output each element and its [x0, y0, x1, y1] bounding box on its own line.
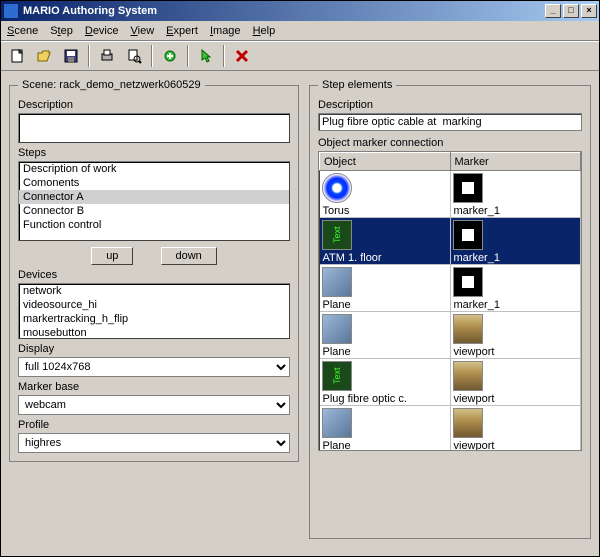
- col-object[interactable]: Object: [320, 153, 451, 171]
- marker-name: marker_1: [451, 252, 581, 264]
- new-icon[interactable]: [5, 44, 29, 68]
- step-desc-label: Description: [318, 99, 582, 111]
- preview-icon[interactable]: [122, 44, 146, 68]
- list-item[interactable]: Connector A: [19, 190, 289, 204]
- markerbase-label: Marker base: [18, 381, 290, 393]
- marker-icon: [453, 267, 483, 297]
- menu-step[interactable]: Step: [50, 25, 73, 37]
- object-name: Plug fibre optic c.: [320, 393, 450, 405]
- torus-icon: [322, 173, 352, 203]
- devices-list[interactable]: network videosource_hi markertracking_h_…: [18, 283, 290, 339]
- object-name: Torus: [320, 205, 450, 217]
- table-row[interactable]: Text Plug fibre optic c.viewport: [320, 359, 581, 406]
- menu-image[interactable]: Image: [210, 25, 241, 37]
- scene-desc-label: Description: [18, 99, 290, 111]
- text-icon: Text: [322, 220, 352, 250]
- titlebar: MARIO Authoring System _ □ ×: [1, 1, 599, 21]
- object-name: Plane: [320, 299, 450, 311]
- list-item[interactable]: Function control: [19, 218, 289, 232]
- profile-label: Profile: [18, 419, 290, 431]
- down-button[interactable]: down: [161, 247, 217, 265]
- plane-icon: [322, 408, 352, 438]
- open-icon[interactable]: [32, 44, 56, 68]
- marker-icon: [453, 220, 483, 250]
- app-icon: [3, 3, 19, 19]
- menubar: Scene Step Device View Expert Image Help: [1, 21, 599, 41]
- plane-icon: [322, 314, 352, 344]
- steps-label: Steps: [18, 147, 290, 159]
- profile-select[interactable]: highres: [18, 433, 290, 453]
- pointer-icon[interactable]: [194, 44, 218, 68]
- up-button[interactable]: up: [91, 247, 133, 265]
- toolbar-separator: [151, 45, 153, 67]
- list-item[interactable]: mousebutton: [19, 326, 289, 339]
- toolbar-separator: [187, 45, 189, 67]
- viewport-icon: [453, 361, 483, 391]
- toolbar: [1, 41, 599, 71]
- marker-name: viewport: [451, 346, 581, 358]
- display-label: Display: [18, 343, 290, 355]
- scene-desc-input[interactable]: [18, 113, 290, 143]
- table-row[interactable]: Text ATM 1. floormarker_1: [320, 218, 581, 265]
- list-item[interactable]: Connector B: [19, 204, 289, 218]
- menu-scene[interactable]: Scene: [7, 25, 38, 37]
- menu-device[interactable]: Device: [85, 25, 119, 37]
- omc-label: Object marker connection: [318, 137, 582, 149]
- close-button[interactable]: ×: [581, 4, 597, 18]
- object-name: ATM 1. floor: [320, 252, 450, 264]
- table-row[interactable]: Planemarker_1: [320, 265, 581, 312]
- marker-icon: [453, 173, 483, 203]
- step-fieldset: Step elements Description Object marker …: [309, 79, 591, 539]
- maximize-button[interactable]: □: [563, 4, 579, 18]
- marker-name: viewport: [451, 440, 581, 451]
- marker-name: marker_1: [451, 299, 581, 311]
- marker-name: marker_1: [451, 205, 581, 217]
- markerbase-select[interactable]: webcam: [18, 395, 290, 415]
- minimize-button[interactable]: _: [545, 4, 561, 18]
- step-desc-input[interactable]: [318, 113, 582, 131]
- list-item[interactable]: videosource_hi: [19, 298, 289, 312]
- delete-icon[interactable]: [230, 44, 254, 68]
- scene-legend: Scene: rack_demo_netzwerk060529: [18, 79, 205, 91]
- marker-name: viewport: [451, 393, 581, 405]
- list-item[interactable]: markertracking_h_flip: [19, 312, 289, 326]
- menu-help[interactable]: Help: [253, 25, 276, 37]
- window-title: MARIO Authoring System: [23, 5, 545, 17]
- list-item[interactable]: Comonents: [19, 176, 289, 190]
- add-icon[interactable]: [158, 44, 182, 68]
- viewport-icon: [453, 314, 483, 344]
- text-icon: Text: [322, 361, 352, 391]
- steps-list[interactable]: Description of work Comonents Connector …: [18, 161, 290, 241]
- viewport-icon: [453, 408, 483, 438]
- table-row[interactable]: Planeviewport: [320, 312, 581, 359]
- table-row[interactable]: Planeviewport: [320, 406, 581, 452]
- object-name: Plane: [320, 346, 450, 358]
- omc-table: Object Marker Torusmarker_1TextATM 1. fl…: [318, 151, 582, 451]
- step-legend: Step elements: [318, 79, 396, 91]
- save-icon[interactable]: [59, 44, 83, 68]
- col-marker[interactable]: Marker: [450, 153, 581, 171]
- toolbar-separator: [223, 45, 225, 67]
- scene-fieldset: Scene: rack_demo_netzwerk060529 Descript…: [9, 79, 299, 462]
- print-icon[interactable]: [95, 44, 119, 68]
- display-select[interactable]: full 1024x768: [18, 357, 290, 377]
- table-row[interactable]: Torusmarker_1: [320, 171, 581, 218]
- toolbar-separator: [88, 45, 90, 67]
- list-item[interactable]: network: [19, 284, 289, 298]
- menu-view[interactable]: View: [131, 25, 155, 37]
- object-name: Plane: [320, 440, 450, 451]
- list-item[interactable]: Description of work: [19, 162, 289, 176]
- plane-icon: [322, 267, 352, 297]
- devices-label: Devices: [18, 269, 290, 281]
- menu-expert[interactable]: Expert: [166, 25, 198, 37]
